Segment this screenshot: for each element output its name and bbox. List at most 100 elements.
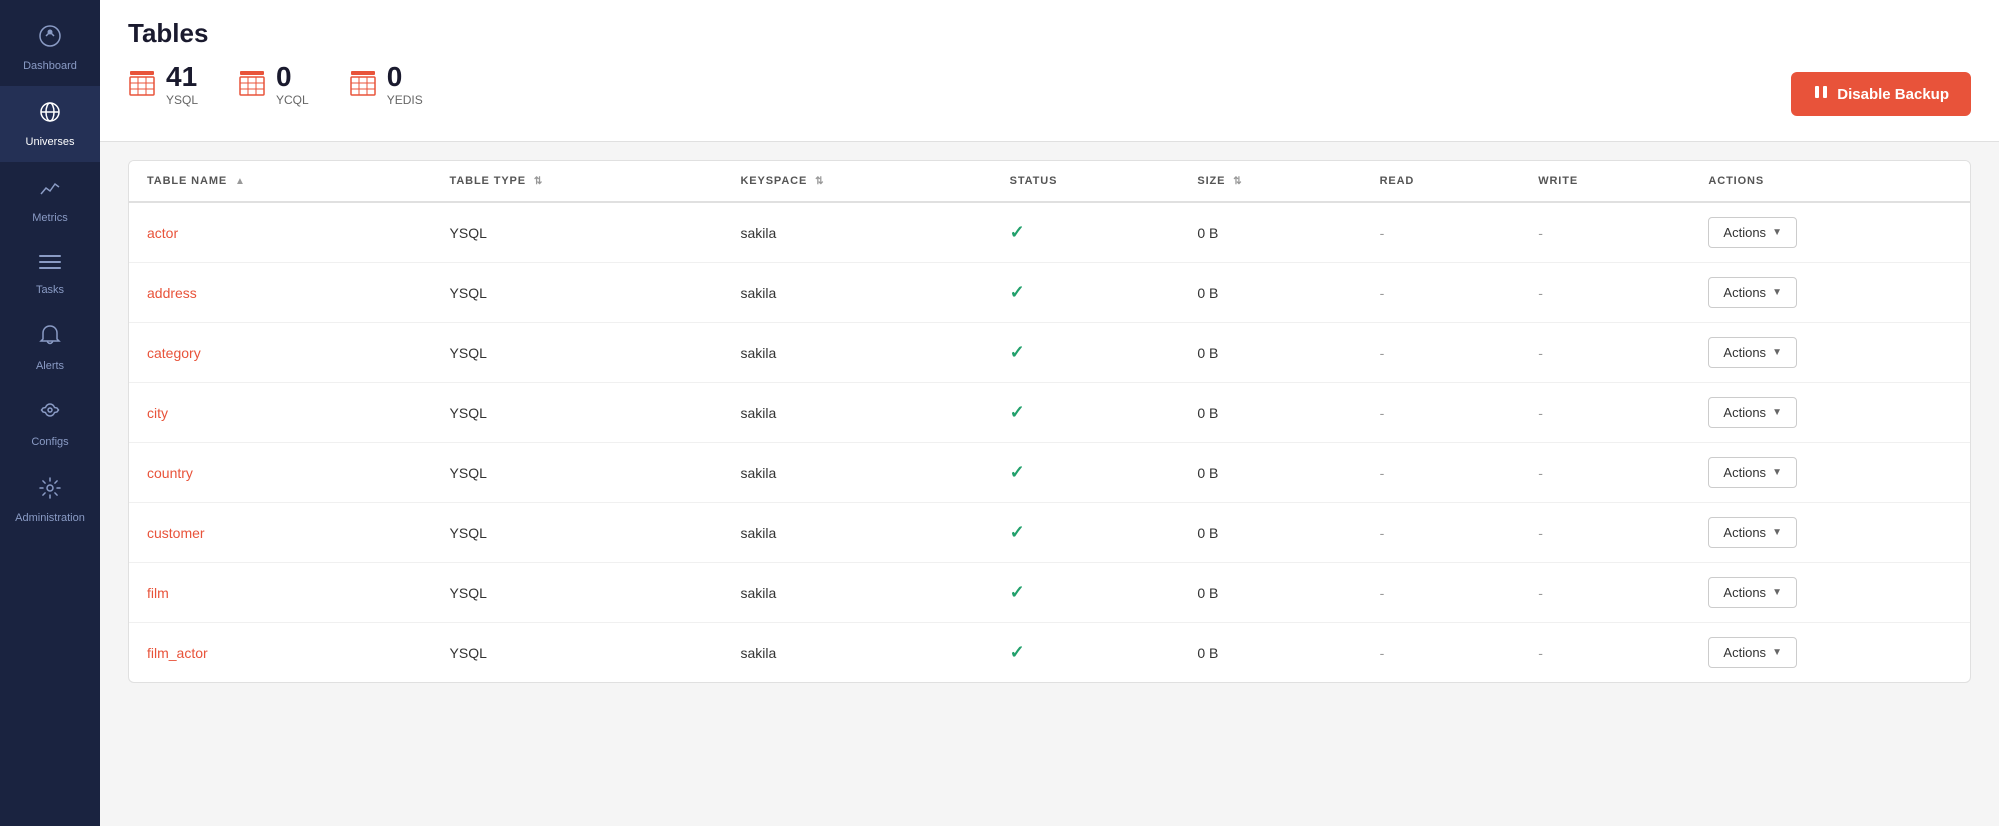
page-title: Tables: [128, 18, 208, 49]
main-content: Tables 41 YSQL: [100, 0, 1999, 826]
cell-keyspace-5: sakila: [722, 503, 991, 563]
actions-label-3: Actions: [1723, 405, 1766, 420]
status-check-6: ✓: [1010, 582, 1025, 602]
sidebar-item-alerts[interactable]: Alerts: [0, 310, 100, 386]
cell-name-3: city: [129, 383, 432, 443]
cell-actions-6: Actions ▼: [1690, 563, 1970, 623]
ycql-table-icon: [238, 69, 266, 102]
table-row: film YSQL sakila ✓ 0 B - - Actions ▼: [129, 563, 1970, 623]
table-name-link-6[interactable]: film: [147, 585, 169, 601]
table-name-link-2[interactable]: category: [147, 345, 201, 361]
sidebar-item-configs[interactable]: Configs: [0, 386, 100, 462]
sidebar-item-administration[interactable]: Administration: [0, 462, 100, 538]
actions-button-3[interactable]: Actions ▼: [1708, 397, 1797, 428]
ycql-label: YCQL: [276, 93, 309, 107]
cell-keyspace-1: sakila: [722, 263, 991, 323]
cell-actions-5: Actions ▼: [1690, 503, 1970, 563]
ysql-table-icon: [128, 69, 156, 102]
status-check-3: ✓: [1010, 402, 1025, 422]
header-actions: Disable Backup: [1791, 72, 1971, 116]
sort-icon-table-type[interactable]: ⇅: [534, 176, 543, 187]
cell-name-1: address: [129, 263, 432, 323]
cell-name-2: category: [129, 323, 432, 383]
cell-keyspace-7: sakila: [722, 623, 991, 682]
table-container: TABLE NAME ▲ TABLE TYPE ⇅ KEYSPACE ⇅ STA…: [100, 142, 1999, 826]
table-row: customer YSQL sakila ✓ 0 B - - Actions ▼: [129, 503, 1970, 563]
sidebar-item-label-metrics: Metrics: [32, 212, 67, 224]
dashboard-icon: [38, 24, 62, 54]
cell-type-6: YSQL: [432, 563, 723, 623]
cell-keyspace-3: sakila: [722, 383, 991, 443]
sidebar-item-metrics[interactable]: Metrics: [0, 162, 100, 238]
sidebar-item-label-configs: Configs: [31, 436, 68, 448]
table-name-link-1[interactable]: address: [147, 285, 197, 301]
actions-button-4[interactable]: Actions ▼: [1708, 457, 1797, 488]
actions-label-7: Actions: [1723, 645, 1766, 660]
table-row: country YSQL sakila ✓ 0 B - - Actions ▼: [129, 443, 1970, 503]
table-name-link-4[interactable]: country: [147, 465, 193, 481]
sidebar-item-label-universes: Universes: [26, 136, 75, 148]
status-check-0: ✓: [1010, 222, 1025, 242]
ysql-count: 41: [166, 63, 198, 91]
sidebar-item-label-dashboard: Dashboard: [23, 60, 77, 72]
cell-read-7: -: [1362, 623, 1521, 682]
table-name-link-0[interactable]: actor: [147, 225, 178, 241]
table-name-link-5[interactable]: customer: [147, 525, 205, 541]
cell-status-6: ✓: [992, 563, 1180, 623]
cell-read-5: -: [1362, 503, 1521, 563]
stat-yedis: 0 YEDIS: [349, 63, 423, 107]
cell-status-0: ✓: [992, 203, 1180, 263]
actions-label-6: Actions: [1723, 585, 1766, 600]
alerts-icon: [39, 324, 61, 354]
cell-write-5: -: [1520, 503, 1690, 563]
status-check-1: ✓: [1010, 282, 1025, 302]
cell-actions-2: Actions ▼: [1690, 323, 1970, 383]
ycql-stat-content: 0 YCQL: [276, 63, 309, 107]
actions-chevron-3: ▼: [1772, 407, 1782, 418]
actions-button-1[interactable]: Actions ▼: [1708, 277, 1797, 308]
sidebar-item-dashboard[interactable]: Dashboard: [0, 10, 100, 86]
cell-name-7: film_actor: [129, 623, 432, 682]
actions-button-2[interactable]: Actions ▼: [1708, 337, 1797, 368]
actions-button-5[interactable]: Actions ▼: [1708, 517, 1797, 548]
table-name-link-3[interactable]: city: [147, 405, 168, 421]
disable-backup-button[interactable]: Disable Backup: [1791, 72, 1971, 116]
col-size-label: SIZE: [1197, 175, 1225, 187]
actions-chevron-4: ▼: [1772, 467, 1782, 478]
stat-ycql: 0 YCQL: [238, 63, 309, 107]
col-actions-label: ACTIONS: [1708, 175, 1764, 187]
col-status-label: STATUS: [1010, 175, 1058, 187]
table-row: actor YSQL sakila ✓ 0 B - - Actions ▼: [129, 203, 1970, 263]
actions-button-7[interactable]: Actions ▼: [1708, 637, 1797, 668]
col-read-label: READ: [1380, 175, 1415, 187]
sort-icon-table-name[interactable]: ▲: [235, 176, 246, 187]
cell-type-0: YSQL: [432, 203, 723, 263]
sidebar-item-label-tasks: Tasks: [36, 284, 64, 296]
sidebar-item-universes[interactable]: Universes: [0, 86, 100, 162]
cell-read-2: -: [1362, 323, 1521, 383]
table-name-link-7[interactable]: film_actor: [147, 645, 208, 661]
sidebar-item-tasks[interactable]: Tasks: [0, 238, 100, 310]
sort-icon-size[interactable]: ⇅: [1233, 176, 1242, 187]
cell-read-3: -: [1362, 383, 1521, 443]
tables-data-table: TABLE NAME ▲ TABLE TYPE ⇅ KEYSPACE ⇅ STA…: [128, 160, 1971, 683]
col-size: SIZE ⇅: [1179, 161, 1361, 203]
col-keyspace-label: KEYSPACE: [740, 175, 807, 187]
sidebar-item-label-administration: Administration: [15, 512, 85, 524]
actions-button-0[interactable]: Actions ▼: [1708, 217, 1797, 248]
administration-icon: [38, 476, 62, 506]
table-row: film_actor YSQL sakila ✓ 0 B - - Actions…: [129, 623, 1970, 682]
table-body: actor YSQL sakila ✓ 0 B - - Actions ▼ ad…: [129, 203, 1970, 682]
actions-label-4: Actions: [1723, 465, 1766, 480]
cell-size-6: 0 B: [1179, 563, 1361, 623]
cell-write-1: -: [1520, 263, 1690, 323]
status-check-5: ✓: [1010, 522, 1025, 542]
col-read: READ: [1362, 161, 1521, 203]
ysql-stat-content: 41 YSQL: [166, 63, 198, 107]
cell-actions-0: Actions ▼: [1690, 203, 1970, 263]
cell-read-6: -: [1362, 563, 1521, 623]
sidebar-item-label-alerts: Alerts: [36, 360, 64, 372]
actions-label-1: Actions: [1723, 285, 1766, 300]
sort-icon-keyspace[interactable]: ⇅: [815, 176, 824, 187]
actions-button-6[interactable]: Actions ▼: [1708, 577, 1797, 608]
